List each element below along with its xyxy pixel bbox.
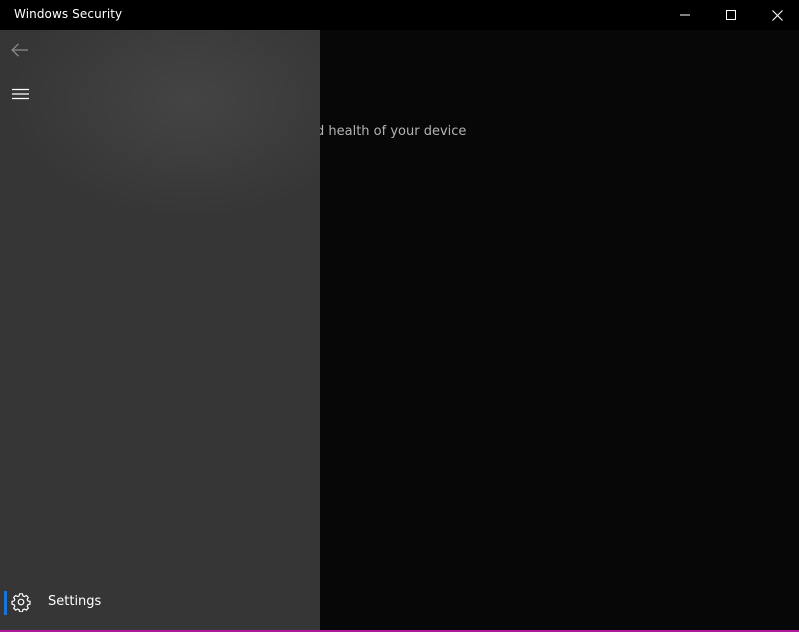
hamburger-icon	[11, 88, 29, 100]
close-button[interactable]	[754, 0, 799, 30]
app-window: Windows Security d health of your device	[0, 0, 799, 632]
back-arrow-icon	[11, 43, 28, 57]
close-icon	[771, 9, 783, 21]
title-bar[interactable]: Windows Security	[0, 0, 799, 30]
window-title: Windows Security	[14, 7, 123, 21]
maximize-button[interactable]	[708, 0, 754, 30]
sidebar-item-label: Settings	[48, 594, 102, 609]
navigation-pane: Settings	[0, 30, 320, 630]
page-subtitle: d health of your device	[316, 124, 467, 139]
maximize-icon	[726, 10, 736, 20]
gear-icon	[11, 593, 31, 612]
sidebar-item-settings[interactable]: Settings	[0, 585, 320, 621]
minimize-icon	[680, 14, 690, 16]
minimize-button[interactable]	[662, 0, 708, 30]
selection-indicator	[4, 591, 7, 615]
back-button[interactable]	[0, 30, 40, 70]
menu-toggle-button[interactable]	[0, 74, 40, 114]
